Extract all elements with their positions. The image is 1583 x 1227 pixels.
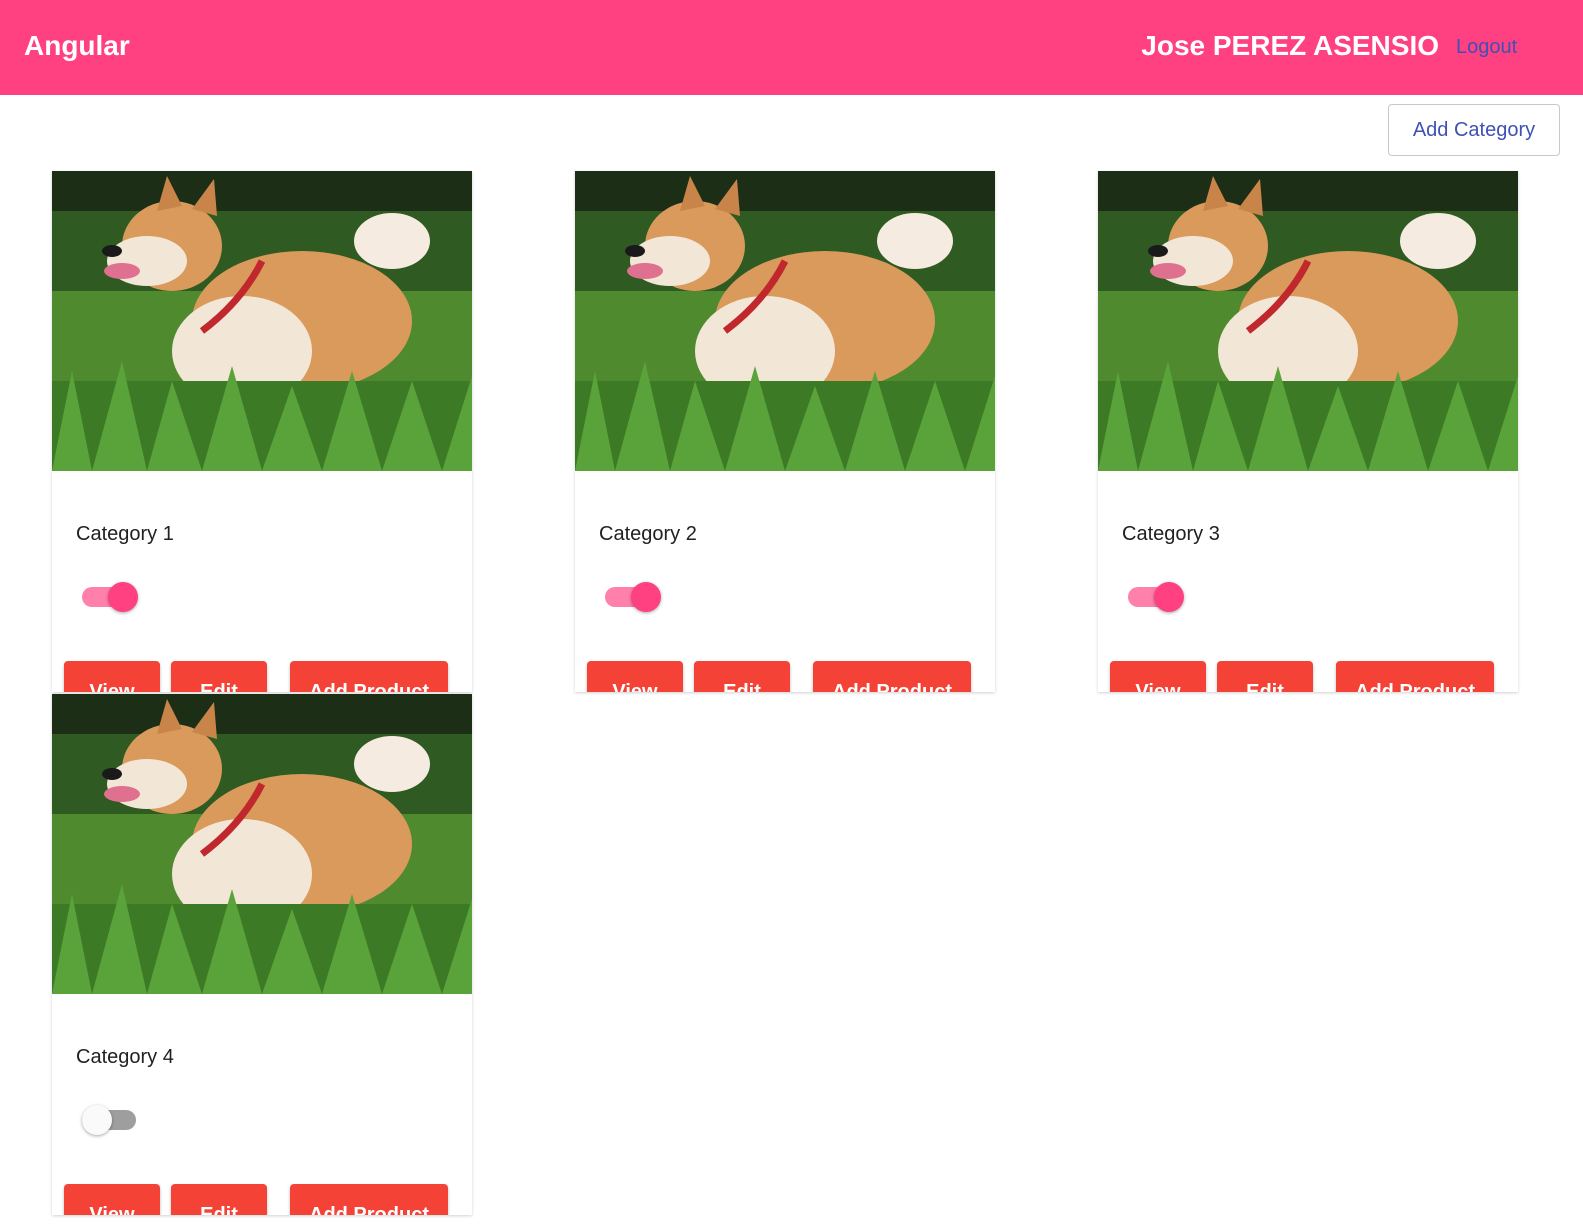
add-product-button[interactable]: Add Product [1336,661,1494,692]
add-product-button[interactable]: Add Product [290,1184,448,1215]
category-title: Category 4 [76,1046,174,1068]
edit-button[interactable]: Edit [171,661,267,692]
edit-button[interactable]: Edit [1217,661,1313,692]
category-title: Category 3 [1122,523,1220,545]
toggle-thumb [1154,582,1184,612]
view-button[interactable]: View [1110,661,1206,692]
edit-button[interactable]: Edit [694,661,790,692]
category-image [1098,171,1518,471]
toggle-thumb [82,1105,112,1135]
category-card-3: Category 3 View Edit Add Product [1098,171,1518,692]
view-button[interactable]: View [64,1184,160,1215]
category-card-4: Category 4 View Edit Add Product [52,694,472,1215]
dog-photo-icon [52,694,472,994]
dog-photo-icon [575,171,995,471]
category-image [52,171,472,471]
category-enabled-toggle[interactable] [605,581,661,613]
add-product-button[interactable]: Add Product [290,661,448,692]
app-title: Angular [24,30,130,61]
category-card-1: Category 1 View Edit Add Product [52,171,472,692]
category-image [575,171,995,471]
category-enabled-toggle[interactable] [82,1104,138,1136]
top-toolbar: Angular Jose PEREZ ASENSIO Logout [0,0,1583,95]
add-category-button[interactable]: Add Category [1388,104,1560,156]
category-card-2: Category 2 View Edit Add Product [575,171,995,692]
edit-button[interactable]: Edit [171,1184,267,1215]
logout-link[interactable]: Logout [1456,36,1517,59]
add-product-button[interactable]: Add Product [813,661,971,692]
category-enabled-toggle[interactable] [82,581,138,613]
toggle-thumb [631,582,661,612]
dog-photo-icon [1098,171,1518,471]
toggle-thumb [108,582,138,612]
dog-photo-icon [52,171,472,471]
user-name: Jose PEREZ ASENSIO [1141,30,1439,61]
category-title: Category 1 [76,523,174,545]
category-title: Category 2 [599,523,697,545]
category-image [52,694,472,994]
view-button[interactable]: View [587,661,683,692]
category-enabled-toggle[interactable] [1128,581,1184,613]
view-button[interactable]: View [64,661,160,692]
